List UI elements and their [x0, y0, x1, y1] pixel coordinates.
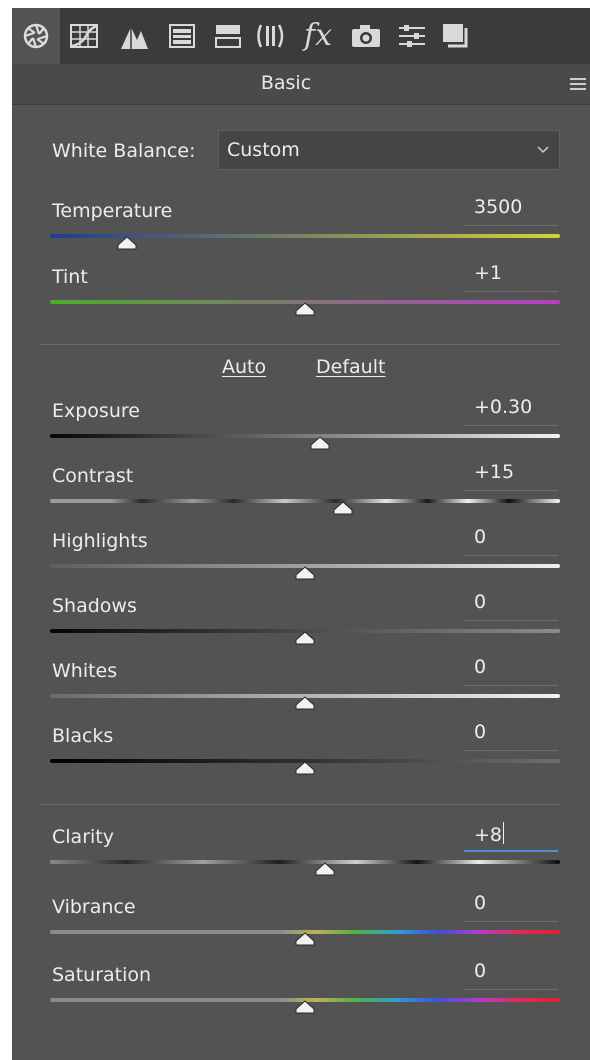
- saturation-value-field[interactable]: 0: [464, 960, 558, 990]
- detail-triangles-icon: [121, 27, 148, 49]
- tab-detail[interactable]: [114, 16, 154, 56]
- blacks-value: 0: [474, 721, 487, 743]
- fx-icon: fx: [303, 18, 333, 53]
- blacks-value-field[interactable]: 0: [464, 721, 558, 751]
- highlights-slider-thumb[interactable]: [294, 566, 316, 580]
- tab-tone-curve[interactable]: [64, 16, 104, 56]
- split-toning-icon: [215, 25, 241, 48]
- blacks-slider-thumb[interactable]: [294, 761, 316, 775]
- tint-slider-thumb[interactable]: [294, 302, 316, 316]
- hsl-panel-icon: [169, 24, 195, 48]
- aperture-icon: [23, 23, 49, 49]
- tab-snapshots[interactable]: [436, 16, 476, 56]
- clarity-track[interactable]: [50, 860, 560, 864]
- presets-sliders-icon: [399, 25, 425, 47]
- panel-header: Basic: [12, 64, 590, 105]
- tone-curve-grid-icon: [70, 24, 98, 48]
- clarity-value: +8: [474, 824, 503, 846]
- exposure-label: Exposure: [52, 400, 140, 422]
- temperature-slider-thumb[interactable]: [116, 236, 138, 250]
- chevron-down-icon: [537, 146, 549, 154]
- panel-tabs-toolbar: fx: [12, 8, 590, 64]
- auto-button[interactable]: Auto: [222, 356, 266, 378]
- temperature-label: Temperature: [52, 200, 173, 222]
- saturation-value: 0: [474, 960, 487, 982]
- contrast-track[interactable]: [50, 499, 560, 503]
- tab-camera-calibration[interactable]: [346, 16, 386, 56]
- shadows-label: Shadows: [52, 595, 137, 617]
- exposure-slider-thumb[interactable]: [309, 436, 331, 450]
- saturation-slider-thumb[interactable]: [294, 1000, 316, 1014]
- tint-value-field[interactable]: +1: [464, 262, 558, 292]
- whites-value-field[interactable]: 0: [464, 656, 558, 686]
- tab-presets[interactable]: [392, 16, 432, 56]
- tab-basic[interactable]: [12, 8, 60, 64]
- white-balance-value: Custom: [227, 139, 300, 161]
- temperature-value: 3500: [474, 196, 523, 218]
- tint-value: +1: [474, 262, 503, 284]
- exposure-track[interactable]: [50, 434, 560, 438]
- camera-icon: [352, 25, 380, 47]
- whites-label: Whites: [52, 660, 118, 682]
- clarity-slider-thumb[interactable]: [314, 862, 336, 876]
- white-balance-label: White Balance:: [52, 140, 196, 162]
- shadows-slider-thumb[interactable]: [294, 631, 316, 645]
- lens-corrections-icon: [257, 24, 284, 48]
- section-divider: [40, 804, 560, 805]
- text-caret: [503, 822, 505, 844]
- contrast-value-field[interactable]: +15: [464, 461, 558, 491]
- white-balance-select[interactable]: Custom: [218, 130, 560, 170]
- contrast-slider-thumb[interactable]: [332, 501, 354, 515]
- clarity-label: Clarity: [52, 826, 114, 848]
- tab-lens-corrections[interactable]: [252, 16, 292, 56]
- clarity-value-field[interactable]: +8: [464, 822, 558, 852]
- panel-title: Basic: [260, 72, 312, 94]
- temperature-value-field[interactable]: 3500: [464, 196, 558, 226]
- vibrance-label: Vibrance: [52, 896, 136, 918]
- contrast-label: Contrast: [52, 465, 134, 487]
- panel-menu-icon[interactable]: [568, 76, 588, 92]
- whites-slider-thumb[interactable]: [294, 696, 316, 710]
- whites-value: 0: [474, 656, 487, 678]
- camera-raw-panel: fx Basic White Balance: Custom Temperatu…: [12, 8, 590, 1060]
- blacks-label: Blacks: [52, 725, 114, 747]
- tint-label: Tint: [52, 266, 88, 288]
- tab-split-toning[interactable]: [208, 16, 248, 56]
- exposure-value: +0.30: [474, 396, 533, 418]
- shadows-value: 0: [474, 591, 487, 613]
- saturation-label: Saturation: [52, 964, 152, 986]
- tab-hsl[interactable]: [162, 16, 202, 56]
- vibrance-slider-thumb[interactable]: [294, 932, 316, 946]
- snapshots-icon: [443, 24, 468, 48]
- default-button[interactable]: Default: [316, 356, 385, 378]
- tab-effects[interactable]: fx: [298, 16, 338, 56]
- contrast-value: +15: [474, 461, 515, 483]
- exposure-value-field[interactable]: +0.30: [464, 396, 558, 426]
- vibrance-value: 0: [474, 892, 487, 914]
- highlights-value-field[interactable]: 0: [464, 526, 558, 556]
- highlights-label: Highlights: [52, 530, 148, 552]
- highlights-value: 0: [474, 526, 487, 548]
- vibrance-value-field[interactable]: 0: [464, 892, 558, 922]
- section-divider: [40, 344, 560, 345]
- shadows-value-field[interactable]: 0: [464, 591, 558, 621]
